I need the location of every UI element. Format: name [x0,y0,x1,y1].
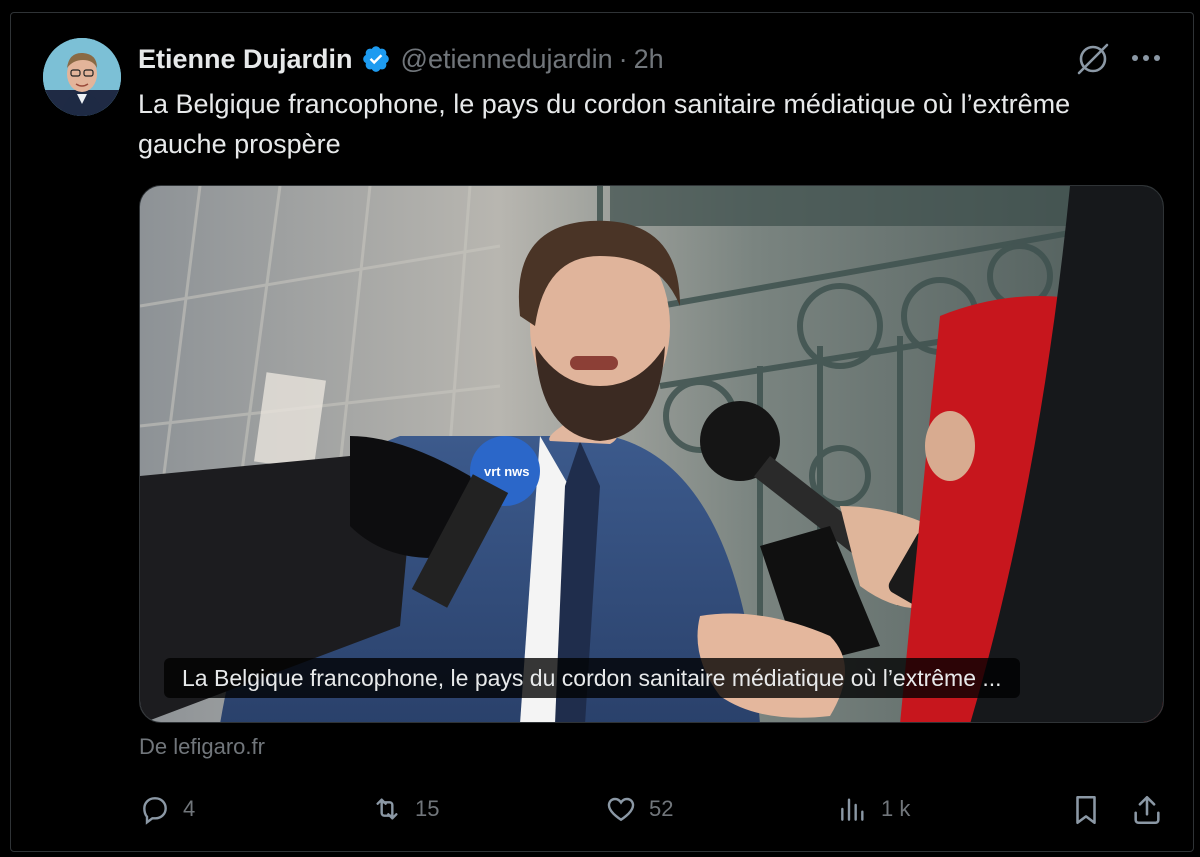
views-count: 1 k [881,796,911,821]
mic-logo-text: vrt nws [484,464,530,479]
card-source[interactable]: De lefigaro.fr [139,734,265,760]
action-bar: 4 15 52 1 k [139,790,1164,828]
separator-dot: · [618,43,628,74]
avatar[interactable] [43,38,121,116]
views-icon [841,798,864,821]
share-icon[interactable] [1130,793,1164,827]
repost-button[interactable]: 15 [371,790,439,828]
like-icon [607,797,635,822]
reply-icon [143,797,167,825]
author-handle[interactable]: @etiennedujardin [401,44,613,75]
like-button[interactable]: 52 [605,790,673,828]
tweet-header: Etienne Dujardin @etiennedujardin · 2h [138,40,664,78]
timestamp[interactable]: 2h [634,44,664,75]
card-caption: La Belgique francophone, le pays du cord… [164,658,1020,698]
repost-icon [376,798,398,820]
repost-count: 15 [415,796,440,821]
views-button[interactable]: 1 k [837,790,910,828]
link-card[interactable]: vrt nws La Belgique francophone, le pays… [139,185,1164,723]
more-icon[interactable] [1128,44,1164,72]
verified-badge-icon [362,46,389,72]
article-photo: vrt nws [140,186,1163,722]
author-name[interactable]: Etienne Dujardin [138,44,353,75]
tweet-text: La Belgique francophone, le pays du cord… [138,89,1071,159]
reply-count: 4 [183,796,196,821]
grok-icon[interactable] [1074,40,1112,78]
bookmark-icon[interactable] [1069,793,1103,827]
like-count: 52 [649,796,674,821]
reply-button[interactable]: 4 [139,790,195,828]
